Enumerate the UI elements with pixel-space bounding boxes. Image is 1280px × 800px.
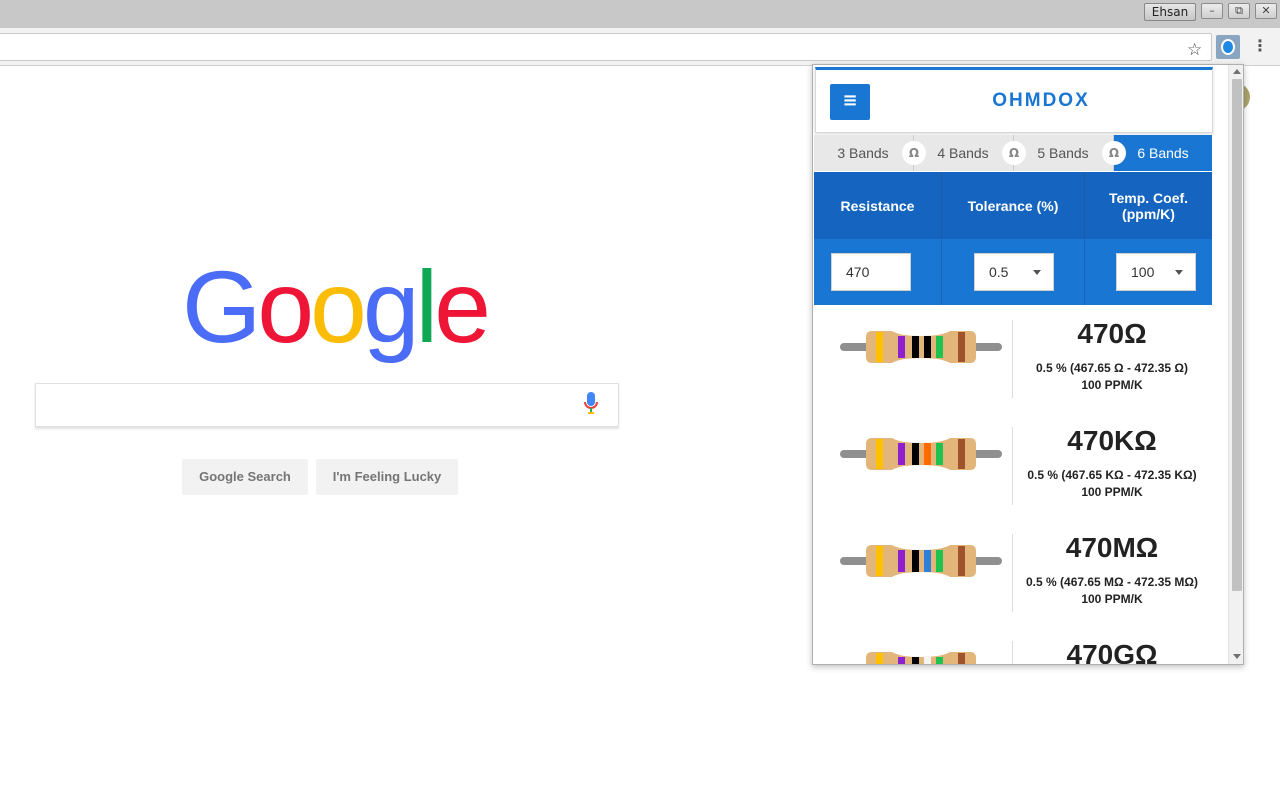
logo-letter: G <box>182 250 261 364</box>
color-band <box>924 657 931 664</box>
microphone-icon[interactable] <box>583 392 599 416</box>
color-band <box>912 443 919 465</box>
color-band <box>876 332 883 362</box>
resistance-value: 470KΩ <box>1067 425 1157 456</box>
color-band <box>876 653 883 664</box>
color-band <box>876 546 883 576</box>
color-band <box>936 550 943 572</box>
logo-letter: l <box>415 250 439 364</box>
resistor-icon <box>840 438 1002 472</box>
resistance-cell: 470 <box>814 239 942 305</box>
tolerance-select[interactable]: 0.5 <box>974 253 1054 291</box>
window-titlebar: Ehsan – ⧉ ✕ <box>0 0 1280 28</box>
resistor-icon <box>840 331 1002 365</box>
color-band <box>936 657 943 664</box>
app-header: ≡ OHMDOX <box>815 67 1213 133</box>
result-row: 470MΩ 0.5 % (467.65 MΩ - 472.35 MΩ) 100 PP… <box>814 519 1212 626</box>
close-window-button[interactable]: ✕ <box>1255 3 1277 19</box>
table-header: Resistance Tolerance (%) Temp. Coef. (pp… <box>814 172 1212 239</box>
color-band <box>898 336 905 358</box>
result-row: 470GΩ <box>814 626 1212 665</box>
tolerance-range: 0.5 % (467.65 MΩ - 472.35 MΩ) <box>1026 575 1198 589</box>
resistance-value: 470Ω <box>1077 318 1147 349</box>
column-resistance: Resistance <box>814 172 942 239</box>
results-list: 470Ω 0.5 % (467.65 Ω - 472.35 Ω) 100 PPM/K… <box>814 305 1212 665</box>
color-band <box>936 443 943 465</box>
profile-button[interactable]: Ehsan <box>1144 3 1196 21</box>
column-tolerance: Tolerance (%) <box>942 172 1085 239</box>
caret-down-icon <box>1033 270 1041 275</box>
omega-icon: Ω <box>1002 135 1026 171</box>
color-band <box>958 546 965 576</box>
tolerance-range: 0.5 % (467.65 KΩ - 472.35 KΩ) <box>1027 468 1197 482</box>
color-band <box>912 550 919 572</box>
color-band <box>898 443 905 465</box>
tolerance-value: 0.5 <box>989 264 1009 280</box>
omega-icon: Ω <box>902 135 926 171</box>
star-icon[interactable]: ☆ <box>1187 42 1202 59</box>
logo-letter: g <box>362 250 420 364</box>
color-band <box>958 439 965 469</box>
color-band <box>912 657 919 664</box>
logo-letter: e <box>434 250 491 364</box>
hamburger-menu-button[interactable]: ≡ <box>830 84 870 120</box>
logo-letter: o <box>310 250 367 364</box>
tab-3-bands[interactable]: 3 Bands <box>814 135 912 171</box>
color-band <box>958 332 965 362</box>
color-band <box>876 439 883 469</box>
color-band <box>936 336 943 358</box>
temp-coef-label: Temp. Coef. <box>1108 189 1189 206</box>
tab-4-bands[interactable]: 4 Bands <box>914 135 1012 171</box>
google-search-input[interactable] <box>35 383 619 427</box>
color-band <box>898 550 905 572</box>
resistance-value: 470MΩ <box>1065 532 1159 563</box>
color-band <box>898 657 905 664</box>
ohmdox-popup: ≡ OHMDOX 3 Bands 4 Bands 5 Bands 6 Bands… <box>812 64 1244 665</box>
column-temp-coef: Temp. Coef. (ppm/K) <box>1085 172 1212 239</box>
caret-down-icon <box>1175 270 1183 275</box>
result-row: 470KΩ 0.5 % (467.65 KΩ - 472.35 KΩ) 100 PP… <box>814 412 1212 519</box>
color-band <box>924 443 931 465</box>
google-search-button[interactable]: Google Search <box>182 459 308 495</box>
minimize-button[interactable]: – <box>1201 3 1223 19</box>
resistance-input[interactable]: 470 <box>831 253 911 291</box>
resistor-icon <box>840 652 1002 664</box>
temp-coef-text: 100 PPM/K <box>1081 485 1143 499</box>
color-band <box>912 336 919 358</box>
resistor-icon <box>840 545 1002 579</box>
ohmdox-extension-icon[interactable] <box>1216 35 1240 59</box>
result-row: 470Ω 0.5 % (467.65 Ω - 472.35 Ω) 100 PPM/K <box>814 305 1212 412</box>
temp-coef-text: 100 PPM/K <box>1081 592 1143 606</box>
tab-5-bands[interactable]: 5 Bands <box>1014 135 1112 171</box>
omega-icon: Ω <box>1102 135 1126 171</box>
color-band <box>924 336 931 358</box>
kebab-menu-icon[interactable]: ⋮ <box>1252 36 1268 58</box>
input-row: 470 0.5 100 <box>814 239 1212 305</box>
browser-toolbar: ☆ <box>0 28 1280 66</box>
temp-coef-cell: 100 <box>1085 239 1212 305</box>
maximize-button[interactable]: ⧉ <box>1228 3 1250 19</box>
popup-scrollbar[interactable] <box>1228 65 1243 664</box>
color-band <box>924 550 931 572</box>
tab-6-bands[interactable]: 6 Bands <box>1114 135 1212 171</box>
resistance-value: 470GΩ <box>1066 639 1158 665</box>
temp-coef-value: 100 <box>1131 264 1155 280</box>
color-band <box>958 653 965 664</box>
temp-coef-text: 100 PPM/K <box>1081 378 1143 392</box>
temp-coef-unit: (ppm/K) <box>1122 205 1175 222</box>
logo-letter: o <box>257 250 314 364</box>
tolerance-range: 0.5 % (467.65 Ω - 472.35 Ω) <box>1036 361 1188 375</box>
scroll-down-icon[interactable] <box>1233 654 1241 659</box>
scroll-thumb[interactable] <box>1232 79 1242 591</box>
band-tabs: 3 Bands 4 Bands 5 Bands 6 Bands Ω Ω Ω <box>814 135 1212 171</box>
google-logo: Google <box>182 250 491 364</box>
app-title: OHMDOX <box>992 90 1090 111</box>
feeling-lucky-button[interactable]: I'm Feeling Lucky <box>316 459 458 495</box>
address-bar[interactable]: ☆ <box>0 33 1212 61</box>
temp-coef-select[interactable]: 100 <box>1116 253 1196 291</box>
scroll-up-icon[interactable] <box>1233 69 1241 74</box>
tolerance-cell: 0.5 <box>942 239 1085 305</box>
